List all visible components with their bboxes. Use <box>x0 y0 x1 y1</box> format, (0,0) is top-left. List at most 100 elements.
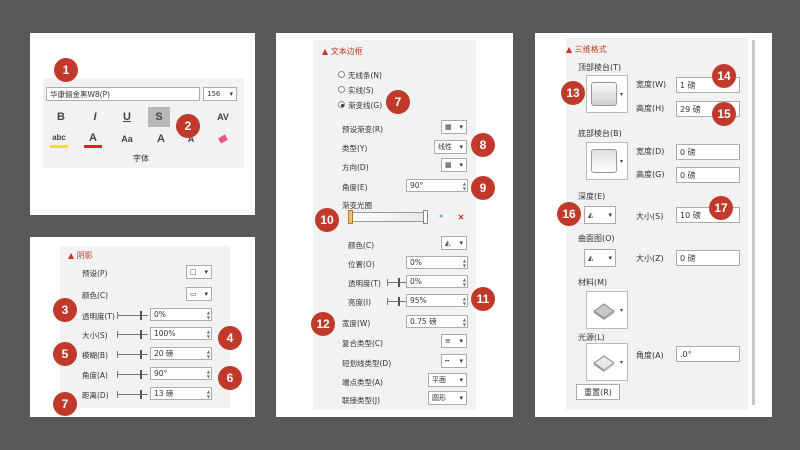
cap-type-select[interactable]: 平面 ▾ <box>428 373 467 387</box>
bottom-bevel-label: 底部棱台(B) <box>578 129 622 138</box>
depth-size-label: 大小(S) <box>636 212 664 221</box>
clear-format-icon[interactable] <box>214 130 232 148</box>
badge-2: 2 <box>176 114 200 138</box>
contour-size-input[interactable]: 0 磅 <box>676 250 740 266</box>
badge-14: 14 <box>712 64 736 88</box>
font-size-select[interactable]: 156 ▾ <box>203 87 237 101</box>
char-spacing-button[interactable]: AV <box>214 108 232 126</box>
top-bevel-button[interactable]: ▾ <box>586 75 628 113</box>
font-color-button[interactable]: A <box>84 130 102 148</box>
badge-13: 13 <box>561 81 585 105</box>
material-label: 材料(M) <box>578 278 608 287</box>
change-case-button[interactable]: Aa <box>118 130 136 148</box>
threed-scrollbar[interactable] <box>752 40 755 405</box>
shadow-size-input[interactable]: 100% ▲ ▼ <box>150 327 212 340</box>
badge-7a: 7 <box>386 90 410 114</box>
dash-type-label: 短划线类型(D) <box>342 359 392 368</box>
shadow-distance-input[interactable]: 13 磅 ▲ ▼ <box>150 387 212 400</box>
cap-type-label: 端点类型(A) <box>342 378 383 387</box>
highlight-button[interactable]: abc <box>50 130 68 148</box>
join-type-label: 联接类型(J) <box>342 396 381 405</box>
threed-section-title[interactable]: ▲ 三维格式 <box>566 44 607 55</box>
shadow-preset-select[interactable]: □ ▾ <box>186 265 212 279</box>
shadow-distance-slider[interactable] <box>117 390 148 399</box>
compound-type-select[interactable]: ≡ ▾ <box>441 334 467 348</box>
shadow-section-title[interactable]: ▲ 阴影 <box>68 250 93 261</box>
gradient-angle-input[interactable]: 90° ▲ ▼ <box>406 179 468 192</box>
contour-color-select[interactable]: ◭ ▾ <box>584 249 616 267</box>
depth-label: 深度(E) <box>578 192 606 201</box>
lighting-button[interactable]: ▾ <box>586 343 628 381</box>
badge-5: 5 <box>53 342 77 366</box>
badge-3: 3 <box>53 298 77 322</box>
stop-position-input[interactable]: 0% ▲ ▼ <box>406 256 468 269</box>
bottom-bevel-button[interactable]: ▾ <box>586 142 628 180</box>
stop-color-select[interactable]: ◭ ▾ <box>441 236 467 250</box>
solid-line-radio[interactable] <box>338 86 345 93</box>
add-stop-icon[interactable]: ⁺ <box>435 211 447 223</box>
remove-stop-icon[interactable]: ✕ <box>455 211 467 223</box>
gradient-type-select[interactable]: 线性 ▾ <box>434 140 467 154</box>
bottom-width-input[interactable]: 0 磅 <box>676 144 740 160</box>
compound-type-label: 复合类型(C) <box>342 339 384 348</box>
dash-type-select[interactable]: ┅ ▾ <box>441 354 467 368</box>
depth-color-select[interactable]: ◭ ▾ <box>584 206 616 224</box>
shadow-transparency-input[interactable]: 0% ▲ ▼ <box>150 308 212 321</box>
fill-bucket-icon: ◭ <box>588 254 594 262</box>
material-button[interactable]: ▾ <box>586 291 628 329</box>
badge-4: 4 <box>218 326 242 350</box>
join-type-select[interactable]: 圆形 ▾ <box>428 391 467 405</box>
shadow-angle-slider[interactable] <box>117 370 148 379</box>
italic-button[interactable]: I <box>86 108 104 126</box>
shadow-preset-label: 预设(P) <box>82 269 108 278</box>
badge-17: 17 <box>709 196 733 220</box>
solid-line-label: 实线(S) <box>348 86 374 95</box>
stop-transparency-input[interactable]: 0% ▲ ▼ <box>406 275 468 288</box>
shadow-blur-slider[interactable] <box>117 350 148 359</box>
reset-button[interactable]: 重置(R) <box>576 384 620 400</box>
no-line-label: 无线条(N) <box>348 71 382 80</box>
bottom-height-input[interactable]: 0 磅 <box>676 167 740 183</box>
shadow-transparency-label: 透明度(T) <box>82 312 115 321</box>
gradient-type-label: 类型(Y) <box>342 144 368 153</box>
badge-7b: 7 <box>53 392 77 416</box>
gradient-line-label: 渐变线(G) <box>348 101 383 110</box>
line-width-label: 宽度(W) <box>342 319 371 328</box>
bold-button[interactable]: B <box>52 108 70 126</box>
shadow-size-label: 大小(S) <box>82 331 108 340</box>
brightness-input[interactable]: 95% ▲ ▼ <box>406 294 468 307</box>
shadow-color-select[interactable]: ▭ ▾ <box>186 287 212 301</box>
badge-10: 10 <box>315 208 339 232</box>
stop-transparency-slider[interactable] <box>387 278 406 287</box>
shadow-button[interactable]: S <box>148 107 170 127</box>
bottom-width-label: 宽度(D) <box>636 147 665 156</box>
direction-select[interactable]: ▦ ▾ <box>441 158 467 172</box>
line-section-title[interactable]: ▲ 文本边框 <box>322 46 363 57</box>
badge-8: 8 <box>471 133 495 157</box>
shadow-size-slider[interactable] <box>117 330 148 339</box>
shadow-angle-input[interactable]: 90° ▲ ▼ <box>150 367 212 380</box>
underline-button[interactable]: U <box>118 108 136 126</box>
grow-font-button[interactable]: A <box>152 130 170 148</box>
badge-15: 15 <box>712 102 736 126</box>
font-name-input[interactable]: 华康俪金黑W8(P) <box>46 87 200 101</box>
gradient-stop-handle[interactable] <box>348 210 353 224</box>
badge-11: 11 <box>471 287 495 311</box>
shadow-blur-input[interactable]: 20 磅 ▲ ▼ <box>150 347 212 360</box>
top-width-label: 宽度(W) <box>636 80 667 89</box>
shadow-transparency-slider[interactable] <box>117 311 148 320</box>
contour-label: 曲面图(O) <box>578 234 615 243</box>
direction-label: 方向(D) <box>342 163 369 172</box>
gradient-stops-bar[interactable] <box>350 212 428 222</box>
badge-16: 16 <box>557 202 581 226</box>
top-bevel-label: 顶部棱台(T) <box>578 63 622 72</box>
gradient-line-radio[interactable] <box>338 101 345 108</box>
no-line-radio[interactable] <box>338 71 345 78</box>
preset-gradient-select[interactable]: ▦ ▾ <box>441 120 467 134</box>
line-width-input[interactable]: 0.75 磅 ▲ ▼ <box>406 315 468 328</box>
lighting-angle-input[interactable]: .0° <box>676 346 740 362</box>
gradient-stop-handle-right[interactable] <box>423 210 428 224</box>
brightness-slider[interactable] <box>387 297 406 306</box>
badge-9: 9 <box>471 176 495 200</box>
lighting-label: 光源(L) <box>578 333 605 342</box>
